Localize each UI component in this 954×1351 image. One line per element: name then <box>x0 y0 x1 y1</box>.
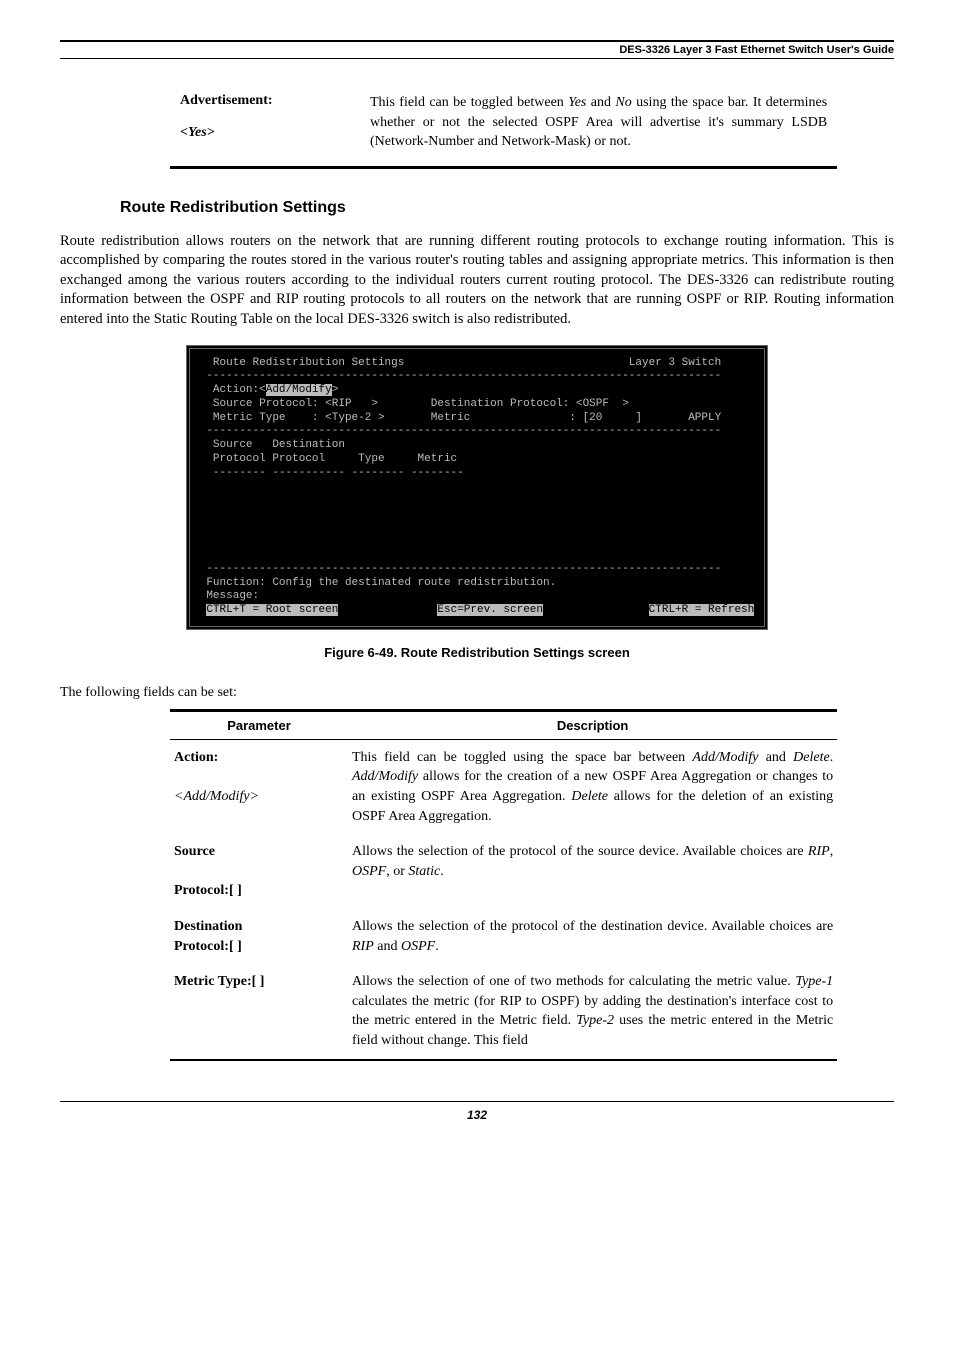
parameter-table: Parameter Description Action: <Add/Modif… <box>170 709 837 1061</box>
section-heading: Route Redistribution Settings <box>120 199 894 217</box>
param-sub: <Add/Modify> <box>174 789 259 804</box>
param-desc: This field can be toggled using the spac… <box>348 739 837 834</box>
param-label: Action: <box>174 750 218 765</box>
param-label: Source <box>174 844 215 859</box>
param-sub: Protocol:[ ] <box>174 883 242 898</box>
table-row: Metric Type:[ ] Allows the selection of … <box>170 964 837 1059</box>
table-row: Action: <Add/Modify> This field can be t… <box>170 739 837 834</box>
adv-value: <Yes> <box>180 125 215 140</box>
param-sub: Protocol:[ ] <box>174 939 242 954</box>
col-parameter: Parameter <box>170 710 348 739</box>
param-label: Metric Type:[ ] <box>174 974 264 989</box>
table-row: Destination Protocol:[ ] Allows the sele… <box>170 909 837 964</box>
adv-desc: This field can be toggled between Yes an… <box>360 89 837 156</box>
param-desc: Allows the selection of one of two metho… <box>348 964 837 1059</box>
page-number: 132 <box>60 1101 894 1122</box>
doc-header: DES-3326 Layer 3 Fast Ethernet Switch Us… <box>60 44 894 59</box>
adv-label: Advertisement: <box>180 93 273 108</box>
figure-caption: Figure 6-49. Route Redistribution Settin… <box>60 645 894 660</box>
section-paragraph: Route redistribution allows routers on t… <box>60 232 894 330</box>
divider <box>170 166 837 169</box>
advertisement-block: Advertisement: <Yes> This field can be t… <box>170 89 837 156</box>
terminal-screenshot: Route Redistribution Settings Layer 3 Sw… <box>186 345 769 630</box>
param-label: Destination <box>174 919 242 934</box>
param-desc: Allows the selection of the protocol of … <box>348 834 837 909</box>
param-desc: Allows the selection of the protocol of … <box>348 909 837 964</box>
col-description: Description <box>348 710 837 739</box>
fields-intro: The following fields can be set: <box>60 685 894 701</box>
table-row: Source Protocol:[ ] Allows the selection… <box>170 834 837 909</box>
